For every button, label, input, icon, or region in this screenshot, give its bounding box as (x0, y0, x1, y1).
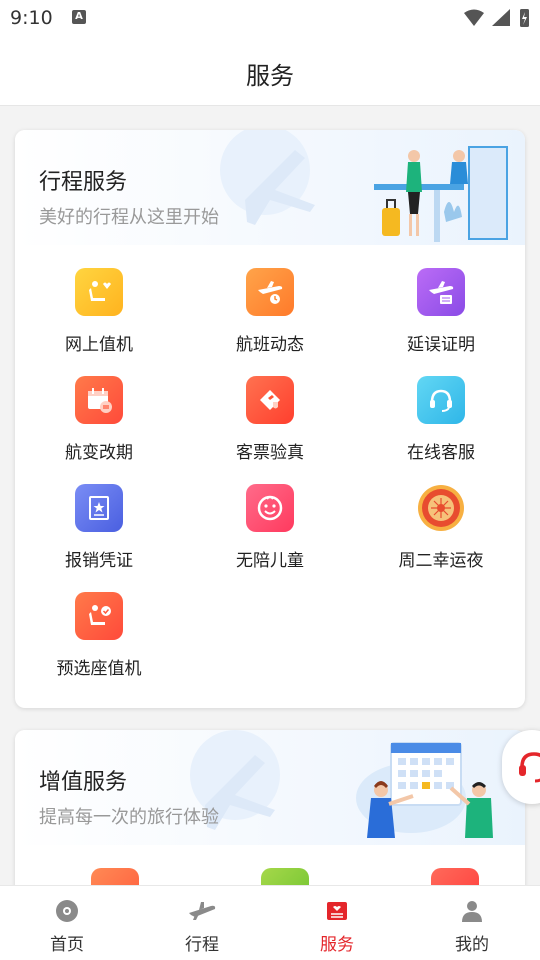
flight-status-icon (246, 268, 294, 316)
service-label: 在线客服 (407, 443, 475, 463)
support-headset-icon (519, 752, 540, 783)
calendar-people-illustration (356, 742, 493, 838)
signal-icon (492, 9, 510, 26)
service-online-checkin[interactable]: 网上值机 (39, 268, 159, 355)
tab-label: 行程 (185, 935, 219, 955)
tab-mine[interactable]: 我的 (422, 898, 522, 955)
service-flight-status[interactable]: 航班动态 (210, 268, 330, 355)
service-label: 网上值机 (65, 335, 133, 355)
trip-services-title: 行程服务 (39, 170, 128, 195)
calendar-change-icon (75, 376, 123, 424)
service-icon (287, 898, 387, 924)
service-ticket-verify[interactable]: 客票验真 (210, 376, 330, 463)
child-face-icon (246, 484, 294, 532)
service-delay-proof[interactable]: 延误证明 (381, 268, 501, 355)
service-unaccompanied-child[interactable]: 无陪儿童 (210, 484, 330, 571)
seat-select-icon (75, 592, 123, 640)
checkin-seat-icon (75, 268, 123, 316)
service-flight-change[interactable]: 航变改期 (39, 376, 159, 463)
trip-services-subtitle: 美好的行程从这里开始 (39, 207, 219, 228)
value-added-services-banner: 增值服务 提高每一次的旅行体验 (15, 730, 525, 845)
service-lucky-tuesday[interactable]: 周二幸运夜 (381, 484, 501, 571)
delay-proof-icon (417, 268, 465, 316)
service-reimbursement[interactable]: 报销凭证 (39, 484, 159, 571)
ticket-verify-icon (246, 376, 294, 424)
service-label: 预选座值机 (56, 659, 142, 679)
tab-label: 我的 (455, 935, 489, 955)
check-in-counter-illustration (374, 146, 508, 242)
service-label: 客票验真 (236, 443, 304, 463)
trip-services-banner: 行程服务 美好的行程从这里开始 (15, 130, 525, 245)
service-label: 航班动态 (236, 335, 304, 355)
service-label: 延误证明 (407, 335, 475, 355)
system-status-icons (464, 9, 529, 27)
home-icon (17, 898, 117, 924)
tab-label: 首页 (50, 935, 84, 955)
service-seat-preselect[interactable]: 预选座值机 (39, 592, 159, 679)
tab-home[interactable]: 首页 (17, 898, 117, 955)
title-bar: 服务 (0, 36, 540, 106)
service-label: 周二幸运夜 (398, 551, 484, 571)
tab-service[interactable]: 服务 (287, 898, 387, 955)
trip-services-card: 行程服务 美好的行程从这里开始 网上值机 航班动态 延误证明 航变改期 客票验真… (15, 130, 525, 708)
tab-trip[interactable]: 行程 (152, 898, 252, 955)
value-added-services-subtitle: 提高每一次的旅行体验 (39, 807, 219, 828)
profile-icon (422, 898, 522, 924)
page-title: 服务 (246, 62, 294, 90)
bottom-tab-bar: 首页 行程 服务 我的 (0, 885, 540, 960)
tab-label: 服务 (320, 935, 354, 955)
service-label: 报销凭证 (65, 551, 133, 571)
service-label: 航变改期 (65, 443, 133, 463)
status-bar: 9:10 A (0, 0, 540, 36)
status-time: 9:10 (10, 7, 53, 29)
plane-icon (152, 898, 252, 924)
receipt-icon (75, 484, 123, 532)
service-online-support[interactable]: 在线客服 (381, 376, 501, 463)
lucky-tuesday-icon (417, 484, 465, 532)
wifi-icon (464, 9, 484, 26)
notification-icon: A (72, 10, 86, 24)
service-label: 无陪儿童 (236, 551, 304, 571)
headset-icon (417, 376, 465, 424)
value-added-services-title: 增值服务 (39, 770, 128, 795)
